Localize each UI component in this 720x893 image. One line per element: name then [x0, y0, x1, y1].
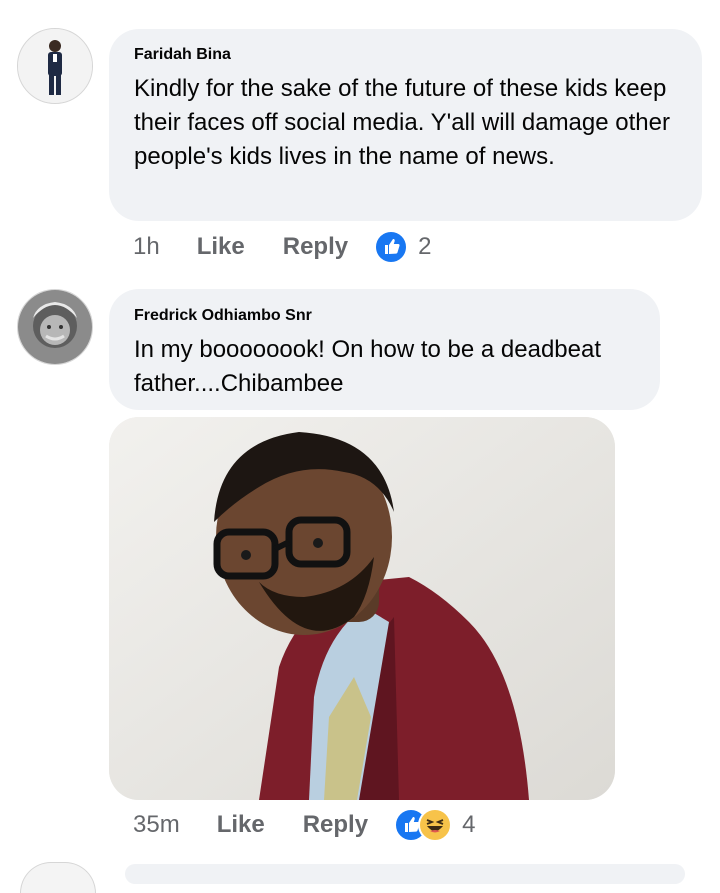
comment-author[interactable]: Fredrick Odhiambo Snr: [134, 307, 640, 325]
reply-button[interactable]: Reply: [303, 811, 368, 839]
avatar-fredrick-odhiambo[interactable]: [17, 289, 93, 365]
reply-button[interactable]: Reply: [283, 233, 348, 261]
comment-photo[interactable]: [109, 417, 615, 800]
comment-timestamp[interactable]: 1h: [133, 233, 160, 261]
comment-actions: 1h Like Reply 2: [133, 230, 431, 264]
avatar-image: [18, 290, 92, 364]
comment-text: In my boooooook! On how to be a deadbeat…: [134, 336, 602, 397]
avatar-next-comment[interactable]: [20, 862, 96, 893]
comment-author[interactable]: Faridah Bina: [134, 46, 682, 64]
comment-timestamp[interactable]: 35m: [133, 811, 180, 839]
reaction-count: 2: [418, 233, 432, 260]
comment-bubble: Faridah Bina Kindly for the sake of the …: [109, 29, 702, 221]
like-button[interactable]: Like: [197, 233, 245, 261]
avatar-faridah-bina[interactable]: [17, 28, 93, 104]
reaction-summary[interactable]: 4: [394, 808, 475, 842]
comment-bubble: Fredrick Odhiambo Snr In my boooooook! O…: [109, 289, 660, 410]
comment-text: Kindly for the sake of the future of the…: [134, 75, 670, 170]
photo-man-glasses-maroon-jacket: [109, 417, 615, 800]
next-comment-bubble: [125, 864, 685, 884]
comment-actions: 35m Like Reply 4: [133, 808, 475, 842]
like-button[interactable]: Like: [217, 811, 265, 839]
haha-icon: [418, 808, 453, 842]
avatar-image: [18, 29, 92, 103]
reaction-count: 4: [462, 811, 476, 838]
reaction-summary[interactable]: 2: [374, 230, 431, 264]
like-icon: [374, 230, 409, 264]
